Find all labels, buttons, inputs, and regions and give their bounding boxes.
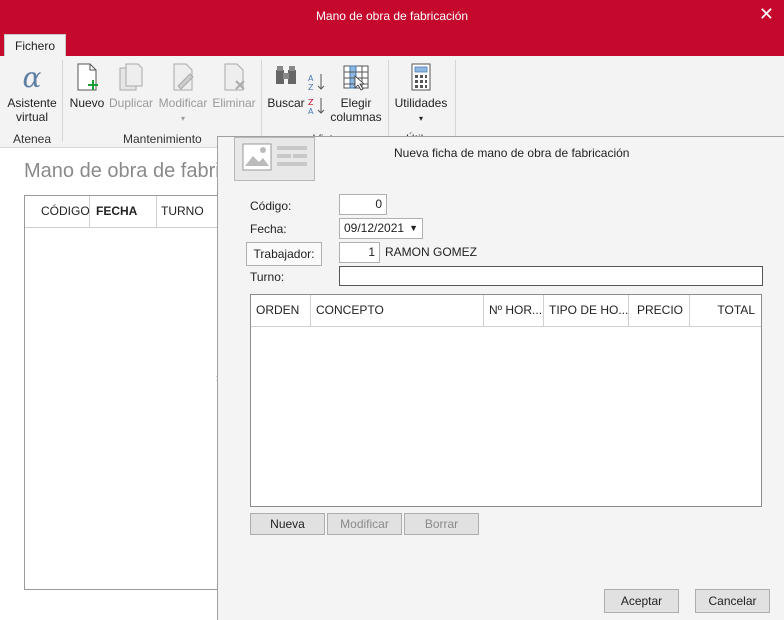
asistente-label-2: virtual bbox=[15, 110, 48, 124]
codigo-label: Código: bbox=[250, 199, 292, 213]
lines-grid[interactable]: ORDEN CONCEPTO Nº HOR... TIPO DE HO... P… bbox=[250, 294, 762, 507]
za-sort-icon: Z A bbox=[308, 98, 325, 116]
asistente-label-1: Asistente bbox=[7, 96, 57, 110]
utilidades-label: Utilidades bbox=[394, 96, 448, 110]
trabajador-code-field[interactable]: 1 bbox=[339, 242, 380, 263]
duplicar-button[interactable]: Duplicar bbox=[108, 62, 154, 110]
ribbon-tab-row: Fichero bbox=[0, 32, 784, 56]
column-header-total[interactable]: TOTAL bbox=[690, 295, 761, 326]
asistente-virtual-button[interactable]: α Asistente virtual bbox=[6, 62, 58, 124]
column-header-concepto[interactable]: CONCEPTO bbox=[311, 295, 484, 326]
column-header-turno[interactable]: TURNO bbox=[155, 196, 225, 227]
binoculars-icon bbox=[276, 66, 296, 84]
ribbon: α Asistente virtual Atenea Nuevo Duplica… bbox=[0, 56, 784, 148]
group-label-atenea: Atenea bbox=[13, 132, 52, 146]
az-sort-icon: A Z bbox=[308, 74, 325, 92]
trabajador-lookup-button[interactable]: Trabajador: bbox=[246, 242, 322, 266]
buscar-button[interactable]: Buscar bbox=[266, 62, 306, 110]
panel-title: Nueva ficha de mano de obra de fabricaci… bbox=[394, 146, 630, 160]
svg-text:A: A bbox=[308, 74, 314, 83]
elegir-label-2: columnas bbox=[330, 110, 382, 124]
main-list-grid[interactable]: CÓDIGO FECHA TURNO bbox=[24, 195, 224, 590]
fecha-value: 09/12/2021 bbox=[344, 221, 405, 235]
modificar-line-button[interactable]: Modificar bbox=[327, 513, 402, 535]
lines-grid-header: ORDEN CONCEPTO Nº HOR... TIPO DE HO... P… bbox=[251, 295, 761, 327]
borrar-line-button[interactable]: Borrar bbox=[404, 513, 479, 535]
group-separator bbox=[455, 60, 456, 142]
svg-text:A: A bbox=[308, 107, 314, 116]
modificar-ribbon-label: Modificar bbox=[158, 96, 208, 110]
sort-ascending-icon[interactable]: A Z bbox=[308, 72, 326, 95]
aceptar-button[interactable]: Aceptar bbox=[604, 589, 679, 613]
new-record-panel: Nueva ficha de mano de obra de fabricaci… bbox=[217, 136, 784, 620]
codigo-field[interactable]: 0 bbox=[339, 194, 387, 215]
column-header-precio[interactable]: PRECIO bbox=[629, 295, 690, 326]
modificar-ribbon-button[interactable]: Modificar ▾ bbox=[157, 62, 209, 126]
page-title: Mano de obra de fabric bbox=[24, 160, 230, 182]
buscar-label: Buscar bbox=[267, 96, 305, 110]
fecha-datepicker[interactable]: 09/12/2021 ▼ bbox=[339, 218, 423, 239]
calculator-icon bbox=[411, 63, 431, 91]
nuevo-label: Nuevo bbox=[69, 96, 105, 110]
elegir-columnas-button[interactable]: Elegir columnas bbox=[329, 62, 383, 124]
record-card-image-icon bbox=[234, 137, 315, 181]
svg-text:Z: Z bbox=[308, 83, 314, 92]
svg-text:Z: Z bbox=[308, 98, 314, 107]
turno-label: Turno: bbox=[250, 270, 285, 284]
chevron-down-icon[interactable]: ▼ bbox=[409, 219, 418, 238]
nueva-line-button[interactable]: Nueva bbox=[250, 513, 325, 535]
column-header-orden[interactable]: ORDEN bbox=[251, 295, 311, 326]
dropdown-arrow-icon: ▾ bbox=[418, 114, 423, 123]
main-grid-header: CÓDIGO FECHA TURNO bbox=[25, 196, 223, 228]
new-document-icon bbox=[77, 63, 98, 91]
alpha-icon: α bbox=[23, 62, 42, 92]
group-separator bbox=[388, 60, 389, 142]
fecha-label: Fecha: bbox=[250, 222, 287, 236]
duplicate-icon bbox=[119, 63, 143, 91]
tab-fichero[interactable]: Fichero bbox=[4, 34, 66, 56]
columns-icon bbox=[343, 65, 369, 91]
group-separator bbox=[62, 60, 63, 142]
delete-document-icon bbox=[224, 63, 245, 91]
column-header-horas[interactable]: Nº HOR... bbox=[484, 295, 544, 326]
eliminar-button[interactable]: Eliminar bbox=[211, 62, 257, 110]
title-bar: Mano de obra de fabricación ✕ bbox=[0, 0, 784, 32]
duplicar-label: Duplicar bbox=[108, 96, 153, 110]
close-icon[interactable]: ✕ bbox=[759, 0, 774, 28]
utilidades-button[interactable]: Utilidades ▾ bbox=[392, 62, 450, 126]
group-separator bbox=[261, 60, 262, 142]
edit-icon bbox=[173, 63, 194, 91]
column-header-codigo[interactable]: CÓDIGO bbox=[35, 196, 91, 227]
nuevo-button[interactable]: Nuevo bbox=[68, 62, 106, 110]
window-title: Mano de obra de fabricación bbox=[315, 9, 469, 23]
eliminar-label: Eliminar bbox=[212, 96, 256, 110]
trabajador-name: RAMON GOMEZ bbox=[385, 245, 477, 259]
group-label-mantenimiento: Mantenimiento bbox=[123, 132, 202, 146]
elegir-label-1: Elegir bbox=[340, 96, 372, 110]
dropdown-arrow-icon: ▾ bbox=[180, 114, 185, 123]
svg-text:α: α bbox=[23, 62, 42, 92]
column-header-tipo-hora[interactable]: TIPO DE HO... bbox=[544, 295, 629, 326]
column-header-fecha[interactable]: FECHA bbox=[89, 196, 157, 227]
sort-descending-icon[interactable]: Z A bbox=[308, 96, 326, 119]
turno-field[interactable] bbox=[339, 266, 763, 286]
cancelar-button[interactable]: Cancelar bbox=[695, 589, 770, 613]
